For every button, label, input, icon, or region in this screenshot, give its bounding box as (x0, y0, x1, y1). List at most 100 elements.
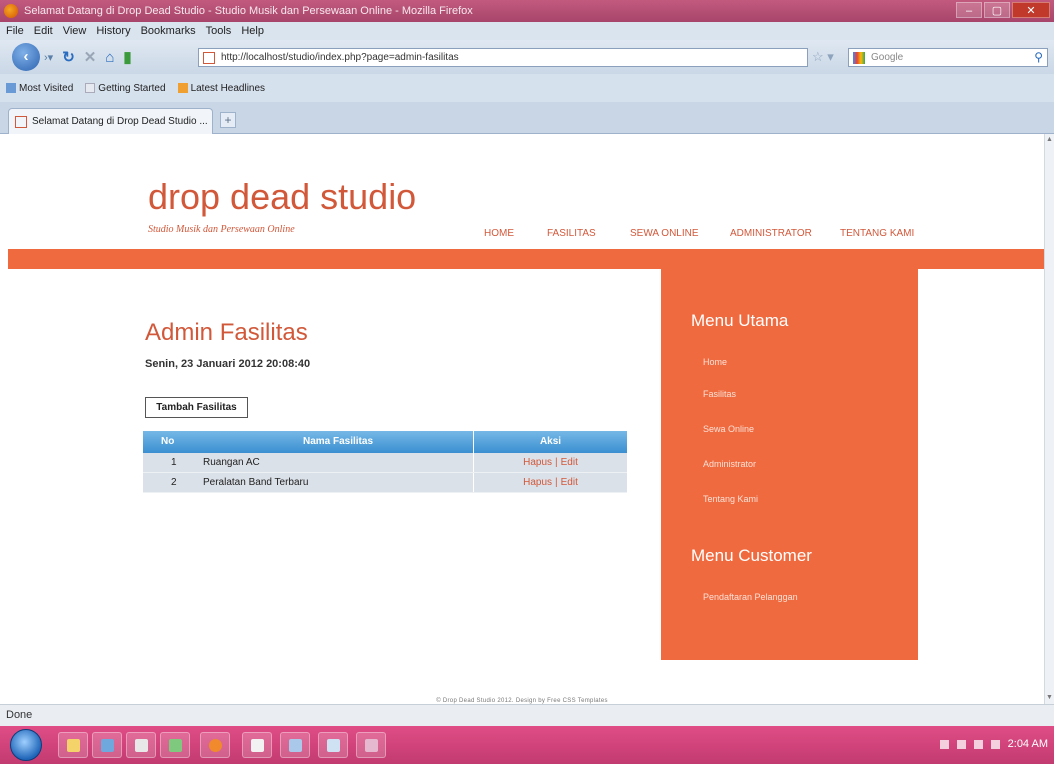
window-titlebar: Selamat Datang di Drop Dead Studio - Stu… (0, 0, 1054, 22)
editor-icon (289, 739, 302, 752)
table-row: 1 Ruangan AC Hapus | Edit (143, 453, 627, 473)
stats-icon[interactable]: ▮ (123, 48, 131, 66)
sidebar-item-home[interactable]: Home (703, 357, 727, 367)
screen: Selamat Datang di Drop Dead Studio - Stu… (0, 0, 1054, 764)
nav-administrator[interactable]: ADMINISTRATOR (730, 228, 812, 239)
navigation-toolbar: ‹ ›▾ ↻ ✕ ⌂ ▮ http://localhost/studio/ind… (0, 40, 1054, 74)
menu-utama-heading: Menu Utama (691, 311, 789, 330)
taskbar-button-browser[interactable] (242, 732, 272, 758)
menu-edit[interactable]: Edit (34, 25, 53, 37)
add-facility-button[interactable]: Tambah Fasilitas (145, 397, 248, 418)
menu-file[interactable]: File (6, 25, 24, 37)
volume-icon[interactable] (973, 739, 983, 749)
menu-help[interactable]: Help (241, 25, 264, 37)
start-button[interactable] (10, 729, 42, 761)
taskbar-button-window[interactable] (318, 732, 348, 758)
close-button[interactable]: ✕ (1012, 2, 1050, 18)
bookmark-star-icon[interactable]: ☆ ▾ (812, 49, 834, 65)
menu-tools[interactable]: Tools (206, 25, 232, 37)
menu-history[interactable]: History (96, 25, 130, 37)
firefox-icon (4, 4, 18, 18)
status-text: Done (6, 709, 33, 721)
row-actions: Hapus | Edit (473, 453, 627, 472)
nav-fasilitas[interactable]: FASILITAS (547, 228, 596, 239)
page-content: drop dead studio Studio Musik dan Persew… (0, 134, 1044, 704)
scroll-up-icon[interactable]: ▲ (1046, 136, 1054, 144)
search-placeholder[interactable]: Google (871, 52, 903, 63)
taskbar-button-explorer[interactable] (58, 732, 88, 758)
stop-icon[interactable]: ✕ (84, 48, 97, 66)
new-tab-button[interactable]: + (220, 112, 236, 128)
menu-view[interactable]: View (63, 25, 87, 37)
row-actions: Hapus | Edit (473, 473, 627, 492)
bookmark-getting-started[interactable]: Getting Started (85, 83, 166, 94)
network-icon[interactable] (956, 739, 966, 749)
app-icon (135, 739, 148, 752)
row-facility-name: Ruangan AC (203, 457, 260, 468)
rss-icon (177, 83, 188, 93)
edit-link[interactable]: Edit (561, 477, 578, 488)
nav-sewa-online[interactable]: SEWA ONLINE (630, 228, 699, 239)
nav-home[interactable]: HOME (484, 228, 514, 239)
page-icon (15, 115, 27, 128)
minimize-button[interactable]: ‒ (956, 2, 982, 18)
nav-tentang-kami[interactable]: TENTANG KAMI (840, 228, 914, 239)
header-band (8, 249, 1044, 269)
menu-bookmarks[interactable]: Bookmarks (141, 25, 196, 37)
taskbar-button-tool[interactable] (356, 732, 386, 758)
vertical-scrollbar[interactable]: ▲ ▼ (1044, 134, 1054, 704)
status-bar: Done (0, 704, 1054, 726)
taskbar: 2:04 AM (0, 726, 1054, 764)
window-controls: ‒ ▢ ✕ (954, 2, 1050, 18)
tray-arrow-icon[interactable] (939, 739, 949, 749)
sidebar-item-sewa-online[interactable]: Sewa Online (703, 424, 754, 434)
sidebar-item-pendaftaran[interactable]: Pendaftaran Pelanggan (703, 592, 798, 602)
reload-icon[interactable]: ↻ (62, 48, 75, 66)
page-title: Admin Fasilitas (145, 319, 308, 346)
media-icon (101, 739, 114, 752)
delete-link[interactable]: Hapus (523, 477, 552, 488)
search-box[interactable]: Google ⚲ (848, 48, 1048, 67)
site-tagline: Studio Musik dan Persewaan Online (148, 224, 295, 235)
tool-icon (365, 739, 378, 752)
home-icon[interactable]: ⌂ (105, 49, 114, 66)
facility-table: No Nama Fasilitas Aksi 1 Ruangan AC Hapu… (143, 431, 627, 493)
sidebar-item-tentang-kami[interactable]: Tentang Kami (703, 494, 758, 504)
back-button[interactable]: ‹ (12, 43, 40, 71)
taskbar-button-media[interactable] (92, 732, 122, 758)
clock[interactable]: 2:04 AM (1008, 738, 1048, 750)
forward-button[interactable]: ›▾ (44, 51, 53, 64)
column-header-action: Aksi (473, 431, 627, 453)
taskbar-button-settings[interactable] (160, 732, 190, 758)
taskbar-button-editor[interactable] (280, 732, 310, 758)
column-header-no: No (161, 436, 175, 447)
tab-bar: Selamat Datang di Drop Dead Studio ... + (0, 102, 1054, 134)
flag-icon[interactable] (990, 739, 1000, 749)
delete-link[interactable]: Hapus (523, 457, 552, 468)
scroll-down-icon[interactable]: ▼ (1046, 694, 1054, 702)
table-header: No Nama Fasilitas Aksi (143, 431, 627, 453)
system-tray: 2:04 AM (939, 738, 1048, 750)
edit-link[interactable]: Edit (561, 457, 578, 468)
sidebar: Menu Utama Home Fasilitas Sewa Online Ad… (661, 269, 918, 660)
bookmark-latest-headlines[interactable]: Latest Headlines (177, 83, 265, 94)
bookmark-icon (6, 83, 16, 93)
table-row: 2 Peralatan Band Terbaru Hapus | Edit (143, 473, 627, 493)
site-logo[interactable]: drop dead studio (148, 176, 416, 218)
maximize-button[interactable]: ▢ (984, 2, 1010, 18)
sidebar-item-fasilitas[interactable]: Fasilitas (703, 389, 736, 399)
window-title: Selamat Datang di Drop Dead Studio - Stu… (24, 5, 473, 17)
tab-label: Selamat Datang di Drop Dead Studio ... (32, 116, 208, 127)
tab-active[interactable]: Selamat Datang di Drop Dead Studio ... (8, 108, 213, 134)
taskbar-button-app[interactable] (126, 732, 156, 758)
url-text[interactable]: http://localhost/studio/index.php?page=a… (221, 52, 459, 63)
menu-customer-heading: Menu Customer (691, 546, 812, 565)
sidebar-item-administrator[interactable]: Administrator (703, 459, 756, 469)
search-icon[interactable]: ⚲ (1034, 50, 1043, 64)
address-bar[interactable]: http://localhost/studio/index.php?page=a… (198, 48, 808, 67)
taskbar-button-firefox[interactable] (200, 732, 230, 758)
gear-icon (169, 739, 182, 752)
bookmark-most-visited[interactable]: Most Visited (6, 83, 73, 94)
window-icon (327, 739, 340, 752)
menubar: File Edit View History Bookmarks Tools H… (0, 22, 1054, 40)
